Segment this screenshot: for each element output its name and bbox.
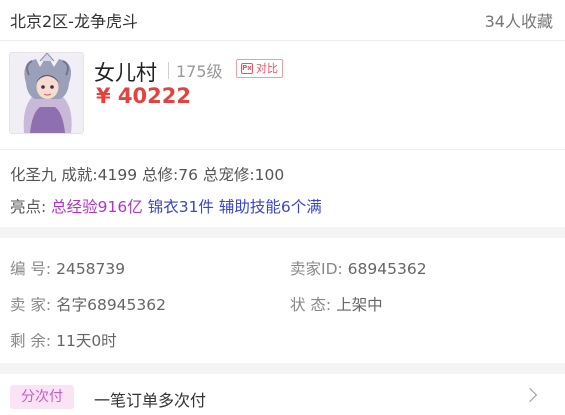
remaining-value: 11天0时 xyxy=(56,332,117,350)
status-value: 上架中 xyxy=(336,296,383,314)
highlights-label: 亮点: xyxy=(10,198,47,216)
divider xyxy=(0,149,565,150)
listing-id: 编 号: 2458739 xyxy=(10,257,125,279)
highlight-item: 辅助技能6个满 xyxy=(218,198,322,216)
remaining-time: 剩 余: 11天0时 xyxy=(10,329,117,351)
seller-value: 名字68945362 xyxy=(56,296,166,314)
character-portrait-icon xyxy=(10,53,83,133)
server-name: 北京2区-龙争虎斗 xyxy=(10,12,138,31)
price: ¥ 40222 xyxy=(96,84,191,108)
divider xyxy=(168,62,169,79)
role-name: 女儿村 xyxy=(94,61,157,85)
highlights-row: 亮点: 总经验916亿 锦衣31件 辅助技能6个满 xyxy=(10,195,322,217)
status-label: 状 态: xyxy=(290,296,332,314)
listing-id-label: 编 号: xyxy=(10,260,52,278)
compare-icon: Px xyxy=(241,63,253,74)
divider xyxy=(0,40,565,41)
favorites-count[interactable]: 34人收藏 xyxy=(485,8,553,32)
compare-button[interactable]: Px 对比 xyxy=(236,59,283,78)
header-row: 北京2区-龙争虎斗 34人收藏 xyxy=(0,0,565,40)
listing-id-value: 2458739 xyxy=(56,260,126,278)
compare-label: 对比 xyxy=(256,62,278,75)
highlight-item: 总经验916亿 xyxy=(51,198,143,216)
section-divider xyxy=(0,363,565,374)
installment-text: 一笔订单多次付 xyxy=(94,391,207,410)
role-attributes: 化圣九 成就:4199 总修:76 总宠修:100 xyxy=(10,166,285,184)
status: 状 态: 上架中 xyxy=(290,293,383,315)
remaining-label: 剩 余: xyxy=(10,332,52,350)
seller-id: 卖家ID: 68945362 xyxy=(290,257,427,279)
seller-id-label: 卖家ID: xyxy=(290,260,343,278)
installment-tag: 分次付 xyxy=(10,385,74,409)
seller-label: 卖 家: xyxy=(10,296,52,314)
seller: 卖 家: 名字68945362 xyxy=(10,293,166,315)
section-divider xyxy=(0,227,565,238)
role-level: 175级 xyxy=(176,62,223,81)
highlight-item: 锦衣31件 xyxy=(147,198,214,216)
seller-id-value: 68945362 xyxy=(347,260,427,278)
chevron-right-icon[interactable] xyxy=(522,387,538,403)
role-avatar[interactable] xyxy=(9,52,84,134)
